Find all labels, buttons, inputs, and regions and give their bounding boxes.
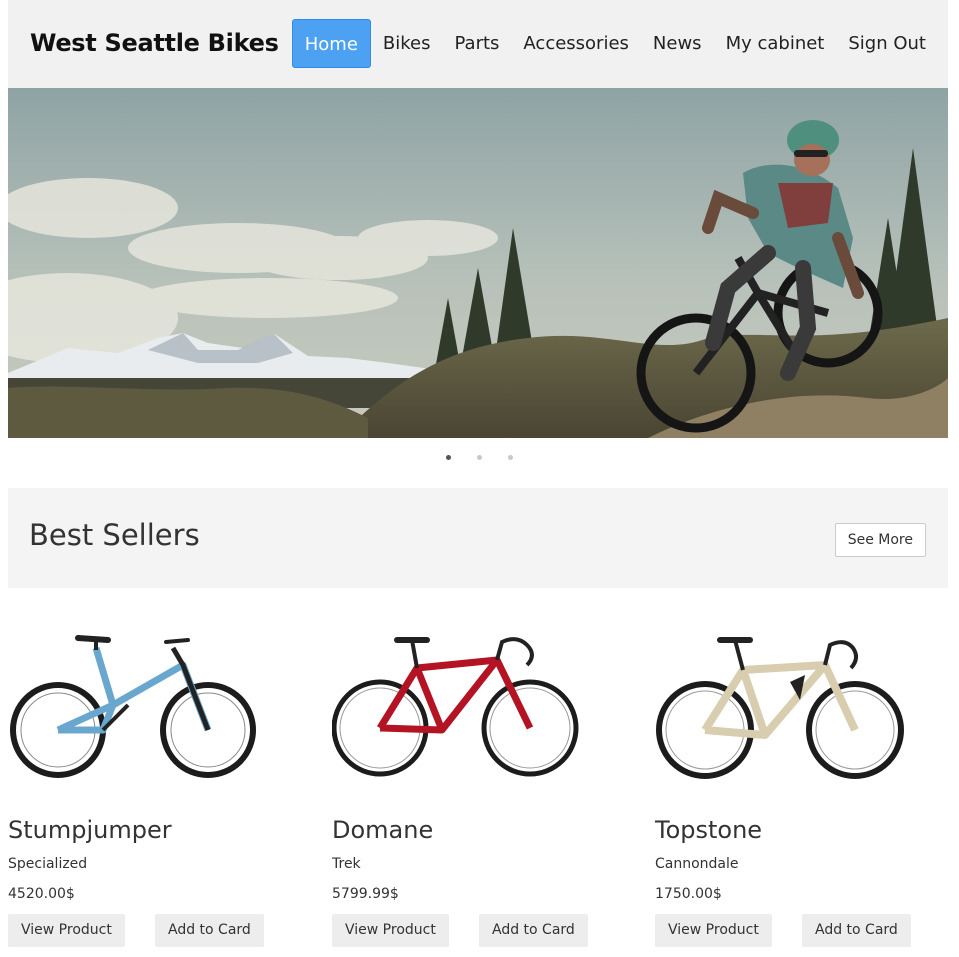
product-name[interactable]: Topstone <box>655 816 762 844</box>
product-name[interactable]: Domane <box>332 816 433 844</box>
product-name[interactable]: Stumpjumper <box>8 816 172 844</box>
nav-my-cabinet[interactable]: My cabinet <box>714 19 837 68</box>
nav-parts[interactable]: Parts <box>443 19 512 68</box>
main-menu: Home Bikes Parts Accessories News My cab… <box>291 19 938 68</box>
view-product-button[interactable]: View Product <box>8 914 125 947</box>
carousel-dot-1[interactable] <box>446 455 451 460</box>
product-image-topstone[interactable] <box>655 620 915 795</box>
product-image-stumpjumper[interactable] <box>8 620 268 795</box>
add-to-card-button[interactable]: Add to Card <box>802 914 911 947</box>
product-card: Topstone Cannondale 1750.00$ View Produc… <box>655 620 925 947</box>
product-brand: Cannondale <box>655 856 739 872</box>
nav-home[interactable]: Home <box>291 19 371 68</box>
product-price: 4520.00$ <box>8 886 75 902</box>
product-brand: Trek <box>332 856 361 872</box>
carousel-dot-2[interactable] <box>477 455 482 460</box>
nav-bikes[interactable]: Bikes <box>371 19 443 68</box>
carousel-dot-3[interactable] <box>508 455 513 460</box>
product-image-domane[interactable] <box>331 620 592 795</box>
nav-accessories[interactable]: Accessories <box>511 19 641 68</box>
product-brand: Specialized <box>8 856 88 872</box>
hero-image <box>8 88 948 438</box>
product-card: Domane Trek 5799.99$ View Product Add to… <box>331 620 602 947</box>
product-price: 5799.99$ <box>332 886 399 902</box>
product-price: 1750.00$ <box>655 886 722 902</box>
navbar: West Seattle Bikes Home Bikes Parts Acce… <box>8 0 948 88</box>
add-to-card-button[interactable]: Add to Card <box>479 914 588 947</box>
view-product-button[interactable]: View Product <box>332 914 449 947</box>
product-card: Stumpjumper Specialized 4520.00$ View Pr… <box>8 620 278 947</box>
brand-logo[interactable]: West Seattle Bikes <box>30 29 279 57</box>
see-more-button[interactable]: See More <box>834 523 926 557</box>
best-sellers-header: Best Sellers See More <box>8 488 948 588</box>
carousel-indicators <box>0 455 959 460</box>
add-to-card-button[interactable]: Add to Card <box>155 914 264 947</box>
view-product-button[interactable]: View Product <box>655 914 772 947</box>
nav-news[interactable]: News <box>641 19 714 68</box>
hero-carousel[interactable] <box>8 88 948 438</box>
nav-sign-out[interactable]: Sign Out <box>836 19 938 68</box>
section-title: Best Sellers <box>29 518 200 552</box>
